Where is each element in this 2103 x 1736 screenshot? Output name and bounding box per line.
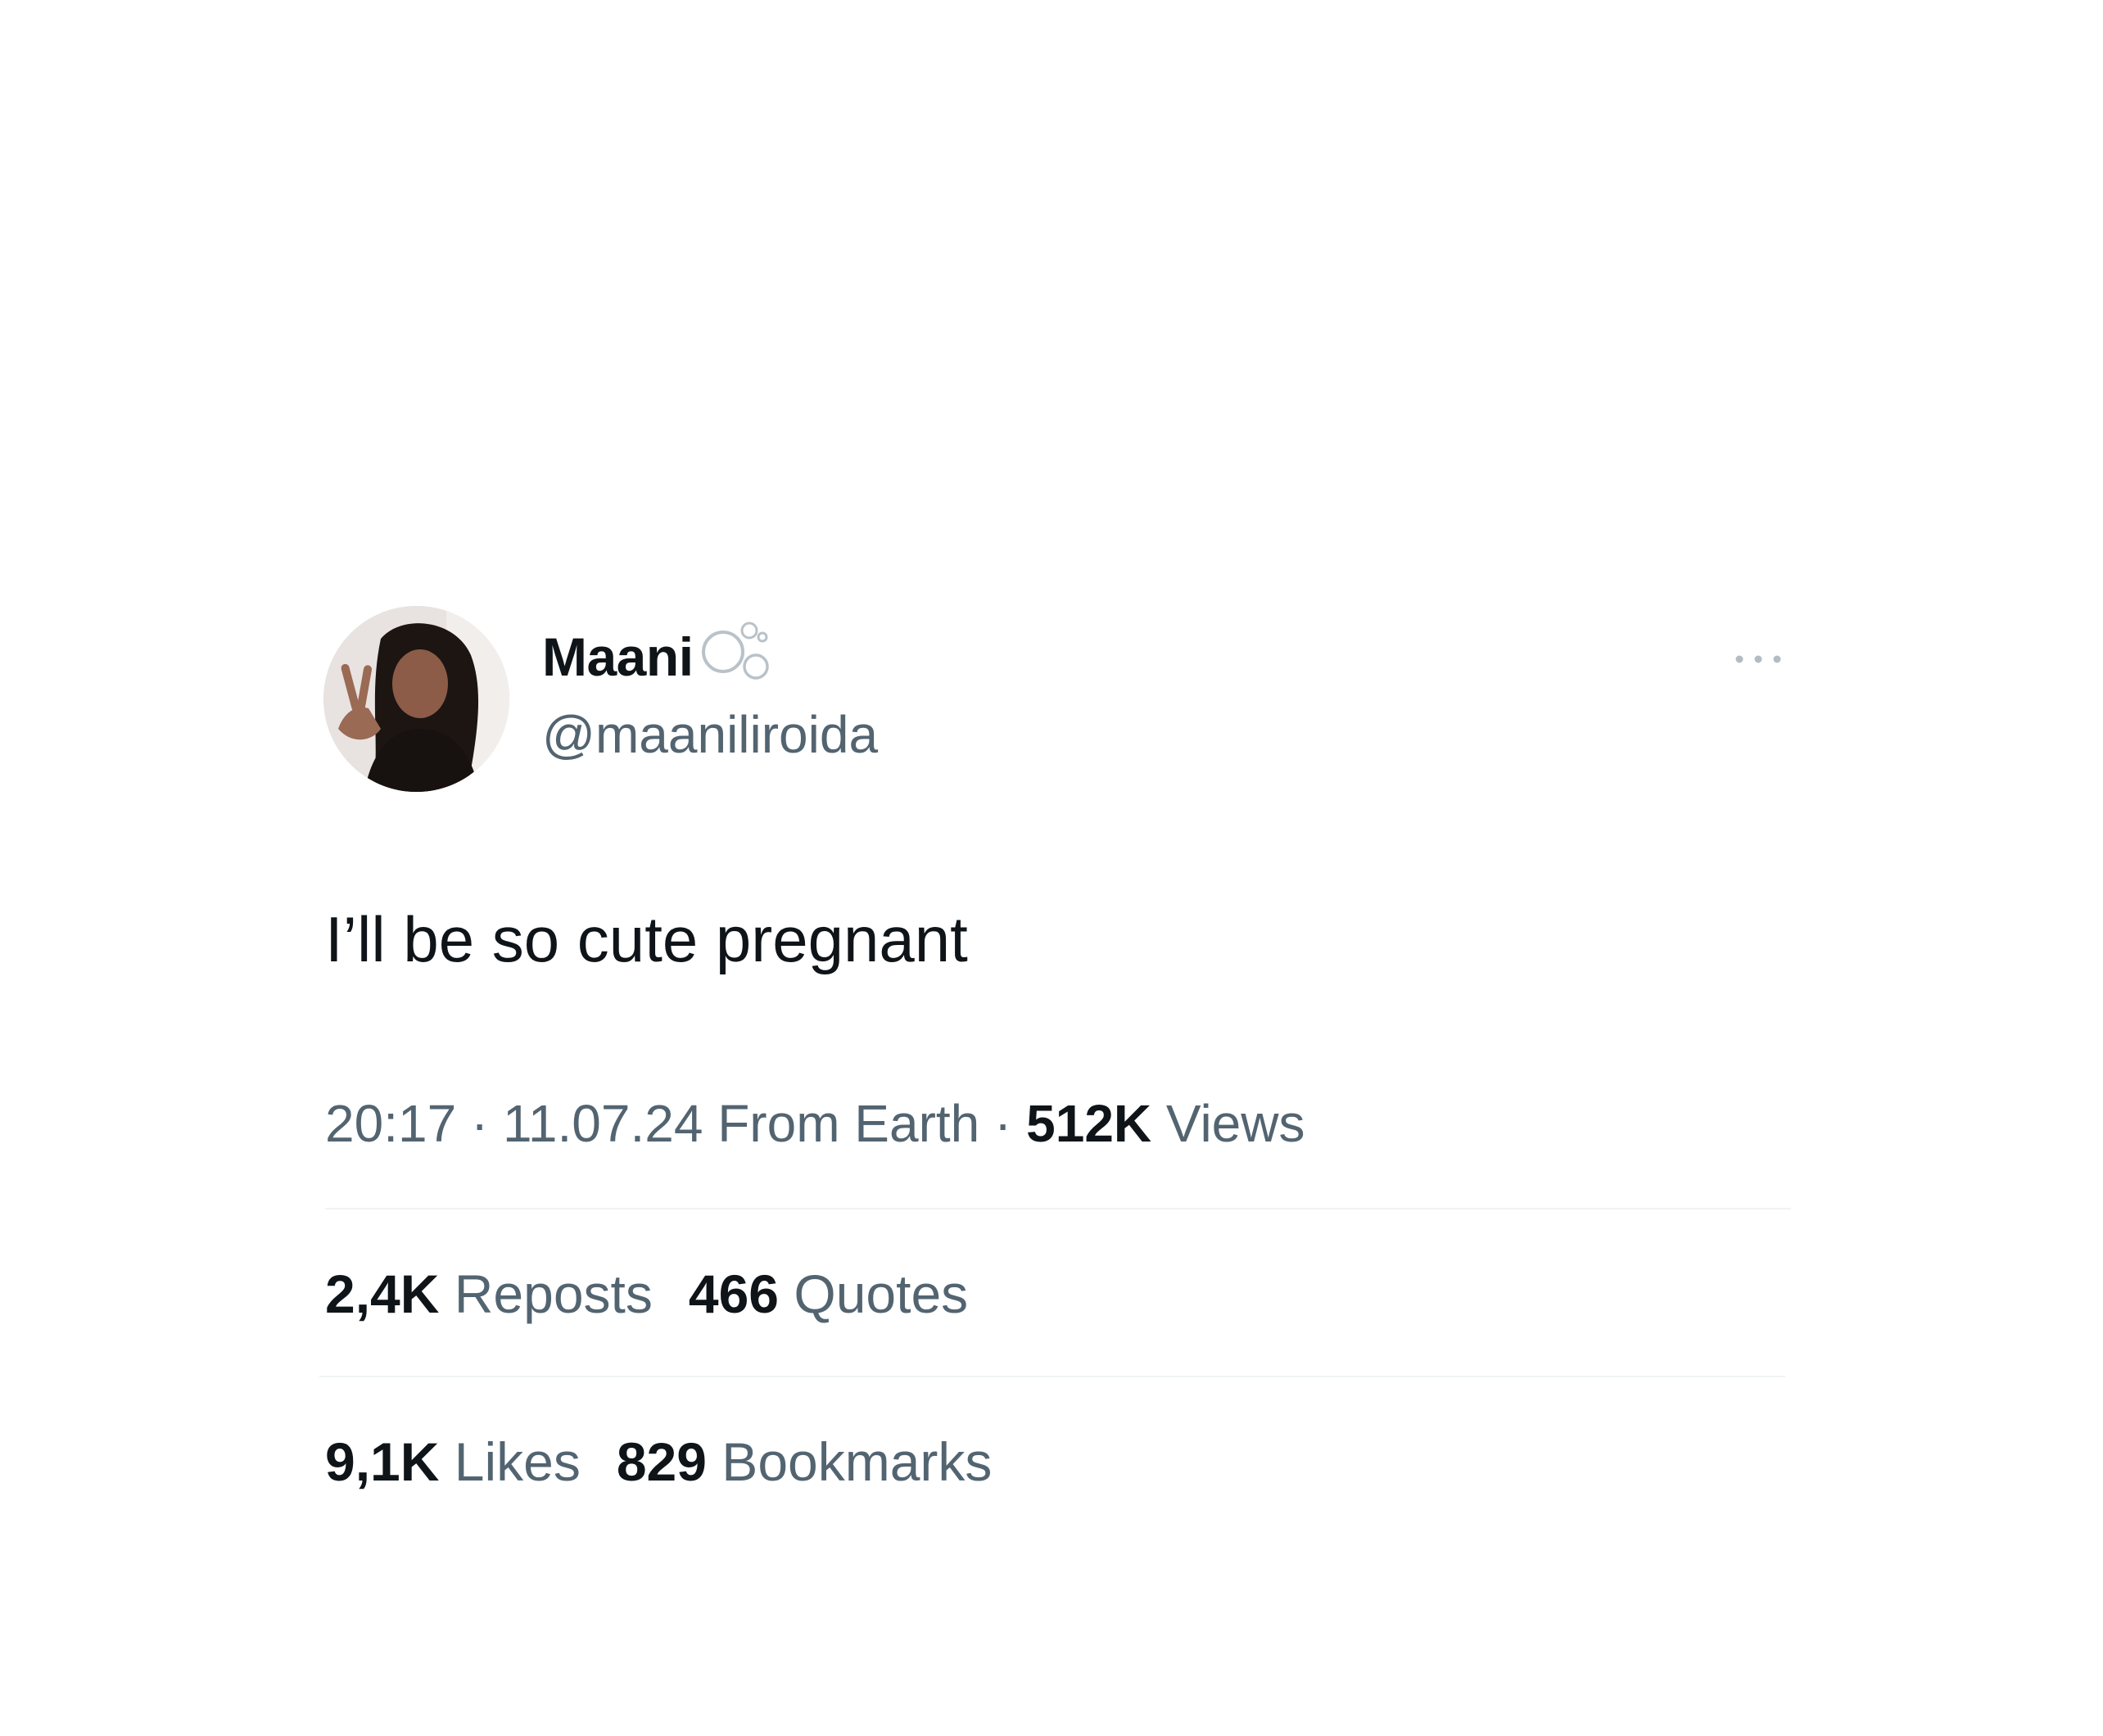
user-handle[interactable]: @maaniliroida [542,708,878,761]
likes-count: 9,1K [325,1431,440,1492]
tweet-text: I’ll be so cute pregnant [325,903,968,975]
bookmarks-label: Bookmarks [706,1431,993,1492]
engagement-row-1: 2,4K Reposts 466 Quotes [325,1267,968,1321]
quotes-stat[interactable]: 466 Quotes [689,1264,968,1324]
avatar[interactable] [323,606,509,792]
meta-separator: · [979,1094,1027,1153]
bookmarks-count: 829 [616,1431,707,1492]
display-name[interactable]: Maani [542,630,694,684]
avatar-photo [323,606,509,792]
reposts-stat[interactable]: 2,4K Reposts [325,1264,653,1324]
quotes-label: Quotes [779,1264,969,1324]
bookmarks-stat[interactable]: 829 Bookmarks [617,1431,993,1492]
user-name-row[interactable]: Maani [542,622,789,689]
tweet-source: From Earth [703,1094,980,1153]
views-label: Views [1151,1094,1305,1153]
quotes-count: 466 [688,1264,780,1324]
tweet-date[interactable]: 11.07.24 [503,1094,703,1153]
likes-label: Likes [439,1431,581,1492]
meta-separator: · [456,1094,504,1153]
reposts-label: Reposts [439,1264,653,1324]
engagement-row-2: 9,1K Likes 829 Bookmarks [325,1435,992,1489]
views-count: 512K [1026,1094,1152,1153]
divider [319,1376,1785,1377]
divider [325,1208,1791,1209]
tweet-time[interactable]: 20:17 [325,1094,456,1153]
reposts-count: 2,4K [325,1264,440,1324]
bubbles-icon [699,613,789,690]
more-icon[interactable] [1730,647,1787,671]
likes-stat[interactable]: 9,1K Likes [325,1431,581,1492]
tweet-meta: 20:17 · 11.07.24 From Earth · 512K Views [325,1097,1305,1150]
